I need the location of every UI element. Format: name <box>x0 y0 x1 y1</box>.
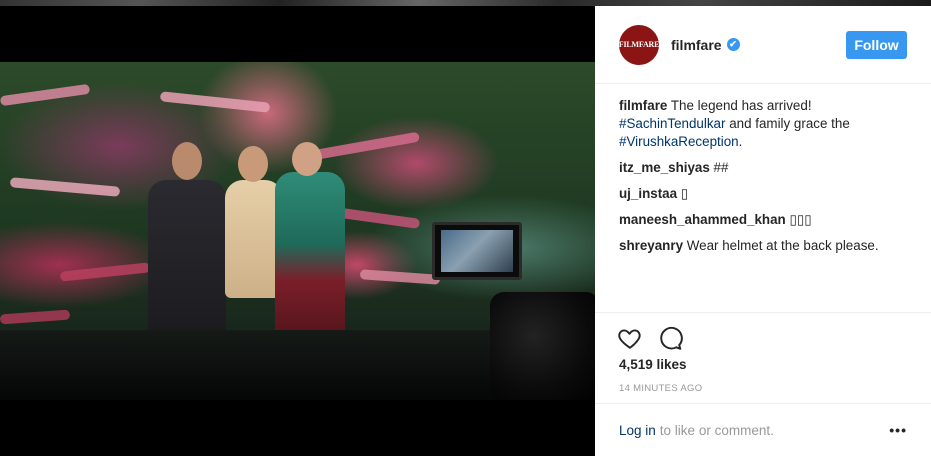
caption-username[interactable]: filmfare <box>619 98 667 113</box>
post-side-panel: FILMFARE filmfare ✔ Follow filmfare The … <box>595 6 931 456</box>
list-item: itz_me_shiyas ## <box>619 159 909 177</box>
hashtag-link[interactable]: #SachinTendulkar <box>619 116 725 131</box>
list-item: uj_instaa ▯ <box>619 185 909 203</box>
list-item: maneesh_ahammed_khan ▯▯▯ <box>619 211 909 229</box>
comment-text: Wear helmet at the back please. <box>686 238 879 253</box>
follow-button[interactable]: Follow <box>846 31 907 59</box>
monitor-screen <box>441 230 513 272</box>
camera-silhouette <box>490 292 595 400</box>
caption-text: and family grace the <box>729 116 850 131</box>
flower-garland <box>0 83 91 107</box>
post-modal: FILMFARE filmfare ✔ Follow filmfare The … <box>0 6 931 456</box>
post-photo[interactable] <box>0 62 595 400</box>
comment-text: ▯▯▯ <box>789 212 812 227</box>
comment-username[interactable]: shreyanry <box>619 238 683 253</box>
comment-text: ▯ <box>680 186 689 201</box>
comment-bar: Log in to like or comment. ••• <box>595 403 931 456</box>
flower-garland <box>159 91 271 113</box>
caption-text: . <box>738 134 743 149</box>
list-item: shreyanry Wear helmet at the back please… <box>619 237 909 255</box>
person-saree <box>275 172 345 352</box>
post-header: FILMFARE filmfare ✔ Follow <box>595 6 931 84</box>
person-head <box>292 142 322 176</box>
heart-icon[interactable] <box>617 325 643 351</box>
like-count[interactable]: 4,519 likes <box>619 357 687 372</box>
login-prompt-text: to like or comment. <box>659 422 774 438</box>
camera-monitor <box>432 222 522 280</box>
flower-garland <box>359 269 441 285</box>
comment-icon[interactable] <box>657 325 683 351</box>
person-head <box>238 146 268 182</box>
comment-username[interactable]: itz_me_shiyas <box>619 160 710 175</box>
avatar-logo-text: FILMFARE <box>618 40 660 49</box>
post-timestamp: 14 MINUTES AGO <box>619 383 703 394</box>
author-username[interactable]: filmfare <box>671 37 722 53</box>
post-actions: 4,519 likes 14 MINUTES AGO <box>595 312 931 394</box>
flower-garland <box>0 309 71 325</box>
flower-garland <box>59 262 151 282</box>
comment-username[interactable]: maneesh_ahammed_khan <box>619 212 786 227</box>
hashtag-link[interactable]: #VirushkaReception <box>619 134 739 149</box>
verified-badge-icon: ✔ <box>726 38 740 51</box>
person-suit <box>148 180 226 350</box>
comments-list: filmfare The legend has arrived! #Sachin… <box>619 97 909 263</box>
photo-pane <box>0 6 595 456</box>
caption: filmfare The legend has arrived! #Sachin… <box>619 97 909 151</box>
caption-text: The legend has arrived! <box>670 98 812 113</box>
comment-username[interactable]: uj_instaa <box>619 186 677 201</box>
flower-garland <box>9 177 121 197</box>
action-icons <box>617 325 683 351</box>
person-head <box>172 142 202 180</box>
avatar[interactable]: FILMFARE <box>618 24 660 65</box>
login-link[interactable]: Log in <box>619 423 656 438</box>
comment-text: ## <box>713 160 729 175</box>
more-options-icon[interactable]: ••• <box>889 422 907 438</box>
